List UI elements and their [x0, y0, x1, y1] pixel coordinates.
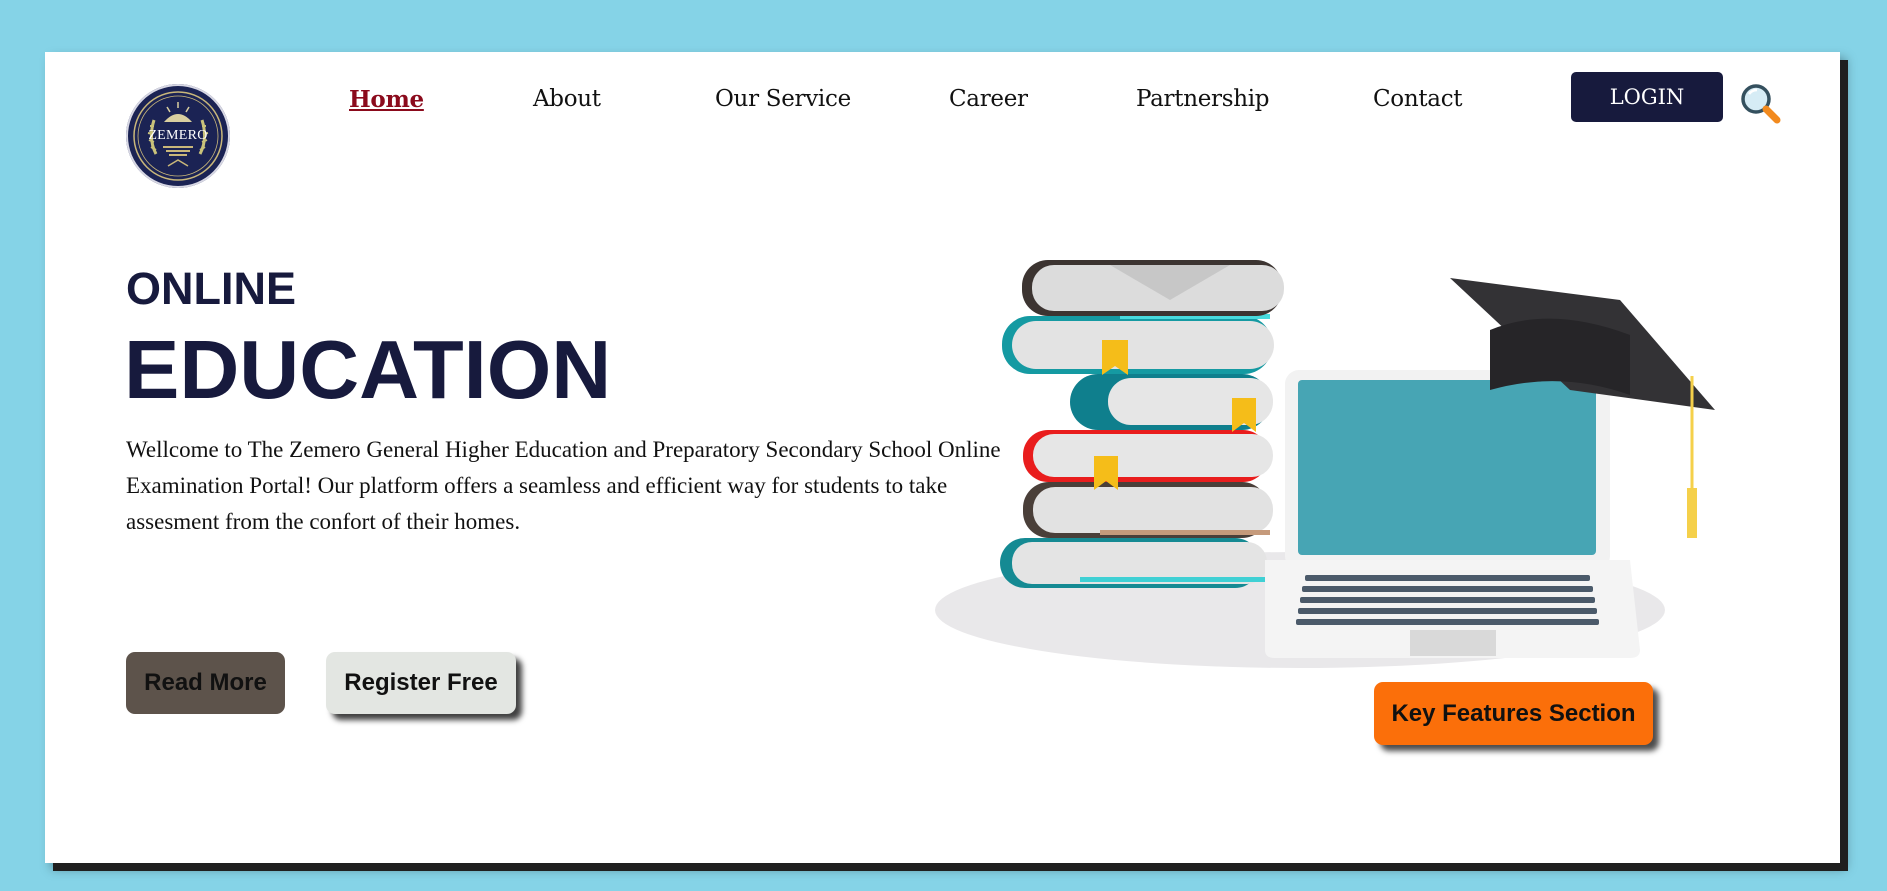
login-button[interactable]: LOGIN — [1571, 72, 1723, 122]
register-free-button[interactable]: Register Free — [326, 652, 516, 714]
hero-title: EDUCATION — [124, 323, 612, 416]
nav-about[interactable]: About — [533, 86, 601, 112]
nav-career[interactable]: Career — [949, 86, 1028, 112]
nav-home[interactable]: Home — [349, 86, 424, 113]
laptop-icon — [1265, 370, 1640, 658]
hero-description: Wellcome to The Zemero General Higher Ed… — [126, 437, 1001, 534]
read-more-button[interactable]: Read More — [126, 652, 285, 714]
nav-our-service[interactable]: Our Service — [715, 86, 851, 112]
key-features-button[interactable]: Key Features Section — [1374, 682, 1653, 745]
hero-subtitle: ONLINE — [126, 263, 297, 314]
nav-partnership[interactable]: Partnership — [1136, 86, 1270, 112]
hero-card: ZEMERO Home About Our Service Career Par… — [45, 52, 1840, 863]
school-logo[interactable]: ZEMERO — [126, 84, 230, 188]
book-stack-icon — [1000, 260, 1284, 588]
logo-text: ZEMERO — [148, 128, 208, 143]
search-icon[interactable] — [1739, 82, 1783, 126]
books-laptop-graduation-cap-illustration — [930, 220, 1730, 675]
nav-contact[interactable]: Contact — [1373, 86, 1463, 112]
